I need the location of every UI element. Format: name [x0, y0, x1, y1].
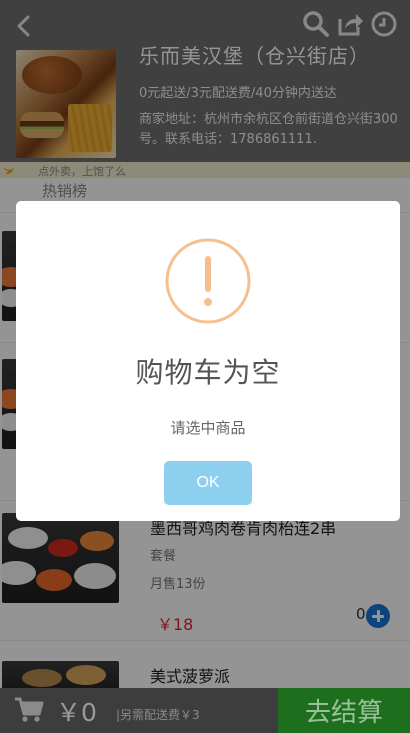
dialog-title: 购物车为空 [135, 356, 281, 389]
cart-total: ￥0 [56, 698, 97, 727]
cart-bar: ￥0 |另需配送费￥3 去结算 [0, 688, 410, 733]
dialog-message: 请选中商品 [170, 419, 246, 437]
ok-button[interactable]: OK [164, 461, 252, 505]
delivery-fee: |另需配送费￥3 [116, 708, 200, 722]
checkout-button[interactable]: 去结算 [278, 688, 410, 733]
cart-icon[interactable] [14, 697, 44, 723]
warning-icon [165, 238, 251, 324]
alert-dialog: 购物车为空 请选中商品 OK [16, 201, 400, 521]
